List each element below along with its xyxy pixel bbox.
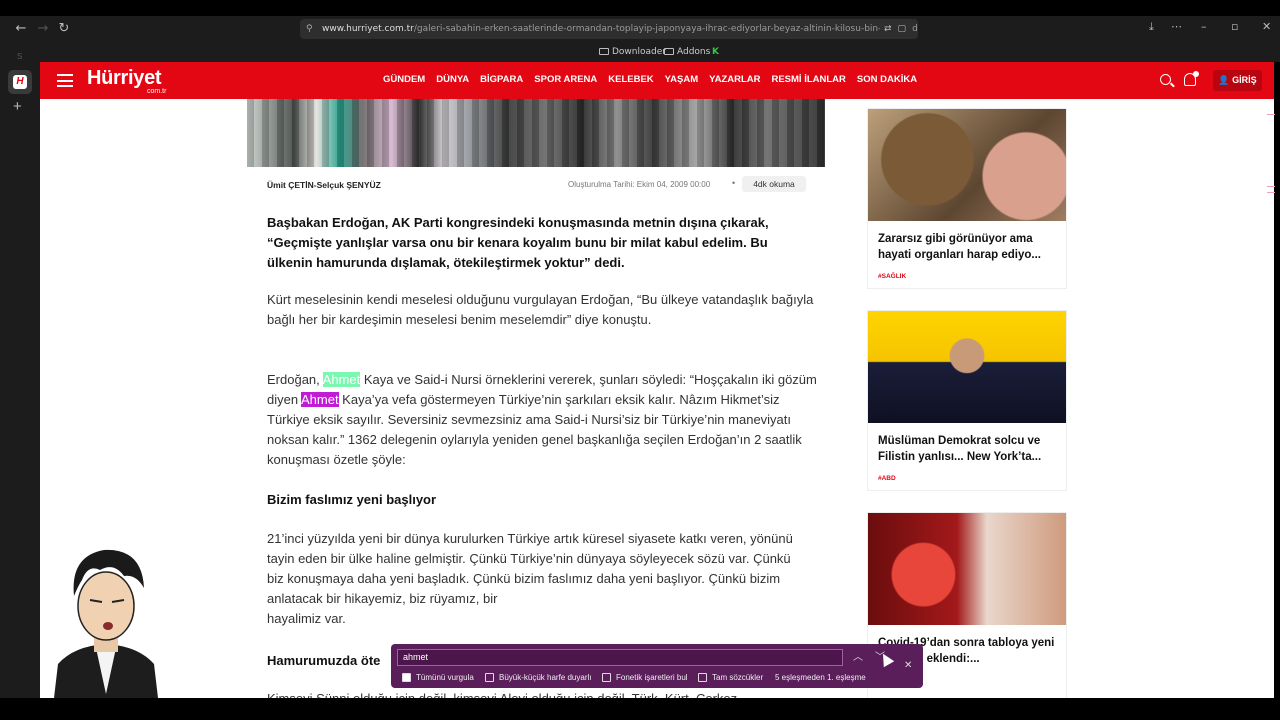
restore-icon[interactable]: ▫ bbox=[1231, 20, 1238, 33]
search-highlight-current: Ahmet bbox=[322, 372, 361, 387]
option-highlight-all[interactable]: Tümünü vurgula bbox=[402, 673, 474, 682]
find-in-page-bar: ahmet ︿ ﹀ ✕ Tümünü vurgula Büyük-küçük h… bbox=[391, 644, 923, 688]
find-input[interactable]: ahmet bbox=[397, 649, 843, 666]
sidebar-tab-hurriyet[interactable]: H bbox=[8, 70, 32, 94]
card-tag[interactable]: #ABD bbox=[868, 465, 1066, 490]
close-window-icon[interactable]: ✕ bbox=[1262, 20, 1271, 33]
search-icon[interactable] bbox=[1160, 74, 1171, 85]
article-paragraph-3-end: hayalimiz var. bbox=[267, 611, 346, 626]
checkbox-checked-icon[interactable] bbox=[402, 673, 411, 682]
card-tag[interactable]: #SAĞLIK bbox=[868, 263, 1066, 288]
menu-item-dunya[interactable]: DÜNYA bbox=[436, 74, 469, 85]
meta-separator: • bbox=[732, 178, 736, 188]
article-subheading-2: Hamurumuzda öte bbox=[267, 653, 381, 668]
option-match-case[interactable]: Büyük-küçük harfe duyarlı bbox=[485, 673, 592, 682]
streamer-avatar bbox=[54, 549, 158, 698]
card-image bbox=[868, 109, 1066, 221]
article-lead: Başbakan Erdoğan, AK Parti kongresindeki… bbox=[267, 215, 769, 270]
menu-item-bigpara[interactable]: BİGPARA bbox=[480, 74, 523, 85]
browser-sidebar: S H + bbox=[0, 42, 40, 698]
read-time-badge: 4dk okuma bbox=[742, 176, 806, 192]
menu-item-yazarlar[interactable]: YAZARLAR bbox=[709, 74, 760, 85]
download-icon[interactable]: ⤓ bbox=[1149, 20, 1154, 34]
menu-item-resmi-ilanlar[interactable]: RESMİ İLANLAR bbox=[771, 74, 845, 85]
folder-icon bbox=[599, 48, 609, 55]
back-icon[interactable]: ← bbox=[12, 20, 30, 38]
bookmarks-bar: Downloader Addons K bbox=[40, 42, 1280, 62]
main-menu: GÜNDEM DÜNYA BİGPARA SPOR ARENA KELEBEK … bbox=[383, 74, 917, 85]
login-button[interactable]: 👤 GİRİŞ bbox=[1213, 70, 1262, 91]
more-icon[interactable]: ⋯ bbox=[1171, 20, 1182, 33]
option-match-diacritics[interactable]: Fonetik işaretleri bul bbox=[602, 673, 688, 682]
reload-icon[interactable]: ↻ bbox=[55, 20, 73, 38]
news-card[interactable]: Müslüman Demokrat solcu ve Filistin yanl… bbox=[867, 310, 1067, 491]
option-whole-words[interactable]: Tam sözcükler bbox=[698, 673, 763, 682]
article-paragraph-4: Kimseyi Sünni olduğu için değil, kimseyi… bbox=[267, 689, 817, 698]
close-find-icon[interactable]: ✕ bbox=[904, 660, 912, 671]
scroll-marker bbox=[1267, 114, 1275, 115]
news-card[interactable]: Zararsız gibi görünüyor ama hayati organ… bbox=[867, 108, 1067, 289]
site-header: Hürriyet com.tr GÜNDEM DÜNYA BİGPARA SPO… bbox=[40, 62, 1274, 99]
hurriyet-favicon-icon: H bbox=[13, 75, 27, 89]
article-authors[interactable]: Ümit ÇETİN-Selçuk ŞENYÜZ bbox=[267, 180, 381, 190]
scroll-marker bbox=[1267, 192, 1275, 193]
avatar-mouth bbox=[103, 622, 113, 630]
url-domain: www.hurriyet.com.tr bbox=[322, 24, 414, 34]
card-image bbox=[868, 513, 1066, 625]
forward-icon[interactable]: → bbox=[34, 20, 52, 38]
sidebar-label: S bbox=[17, 52, 23, 61]
menu-item-son-dakika[interactable]: SON DAKİKA bbox=[857, 74, 917, 85]
menu-icon[interactable] bbox=[57, 74, 73, 87]
article-paragraph-1: Kürt meselesinin kendi meselesi olduğunu… bbox=[267, 292, 814, 327]
translate-icon[interactable]: ⇄▢ bbox=[879, 19, 912, 39]
scroll-marker bbox=[1267, 186, 1275, 187]
menu-item-yasam[interactable]: YAŞAM bbox=[665, 74, 698, 85]
article-date: Oluşturulma Tarihi: Ekim 04, 2009 00:00 bbox=[568, 180, 711, 189]
new-tab-icon[interactable]: + bbox=[13, 98, 22, 115]
minimize-icon[interactable]: – bbox=[1201, 20, 1207, 33]
avatar-face bbox=[77, 571, 135, 641]
bookmark-addons[interactable]: Addons bbox=[664, 45, 710, 59]
extension-k-icon[interactable]: K bbox=[712, 45, 719, 59]
folder-icon bbox=[664, 48, 674, 55]
menu-item-kelebek[interactable]: KELEBEK bbox=[608, 74, 653, 85]
search-highlight: Ahmet bbox=[300, 392, 339, 407]
article-paragraph-3: 21’inci yüzyılda yeni bir dünya kurulurk… bbox=[267, 531, 793, 606]
screen: ← → ↻ ⚲ www.hurriyet.com.tr/galeri-sabah… bbox=[0, 0, 1280, 720]
url-path: /galeri-sabahin-erken-saatlerinde-ormand… bbox=[413, 24, 918, 34]
article-paragraph-2: Erdoğan, Ahmet Kaya ve Said-i Nursi örne… bbox=[267, 372, 817, 467]
menu-item-gundem[interactable]: GÜNDEM bbox=[383, 74, 425, 85]
web-page: Hürriyet com.tr GÜNDEM DÜNYA BİGPARA SPO… bbox=[40, 62, 1274, 698]
notification-badge bbox=[1193, 71, 1199, 77]
site-info-icon[interactable]: ⚲ bbox=[306, 19, 313, 39]
find-match-count: 5 eşleşmeden 1. eşleşme bbox=[775, 673, 866, 682]
checkbox-icon[interactable] bbox=[602, 673, 611, 682]
address-bar[interactable]: ⚲ www.hurriyet.com.tr/galeri-sabahin-erk… bbox=[300, 19, 918, 39]
checkbox-icon[interactable] bbox=[485, 673, 494, 682]
menu-item-spor-arena[interactable]: SPOR ARENA bbox=[534, 74, 597, 85]
bookmark-downloader[interactable]: Downloader bbox=[599, 45, 666, 59]
card-title[interactable]: Zararsız gibi görünüyor ama hayati organ… bbox=[868, 221, 1066, 263]
card-image bbox=[868, 311, 1066, 423]
article-subheading-1: Bizim faslımız yeni başlıyor bbox=[267, 492, 437, 507]
site-logo[interactable]: Hürriyet bbox=[87, 67, 162, 90]
checkbox-icon[interactable] bbox=[698, 673, 707, 682]
card-title[interactable]: Müslüman Demokrat solcu ve Filistin yanl… bbox=[868, 423, 1066, 465]
find-previous-icon[interactable]: ︿ bbox=[853, 648, 863, 663]
browser-toolbar: ← → ↻ ⚲ www.hurriyet.com.tr/galeri-sabah… bbox=[0, 16, 1280, 42]
site-logo-sub: com.tr bbox=[147, 88, 167, 95]
article-hero-image-overlay bbox=[247, 99, 825, 167]
